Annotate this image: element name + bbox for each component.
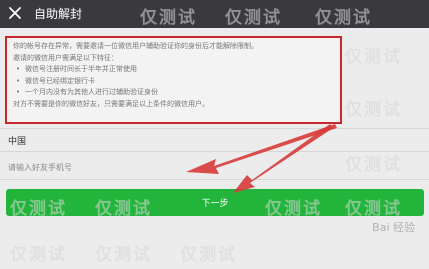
baidu-watermark: Bai 经验 (372, 221, 415, 234)
annotation-arrows (186, 124, 337, 193)
arrow-to-phone-input (186, 124, 337, 174)
arrow-to-next-button (233, 124, 333, 193)
